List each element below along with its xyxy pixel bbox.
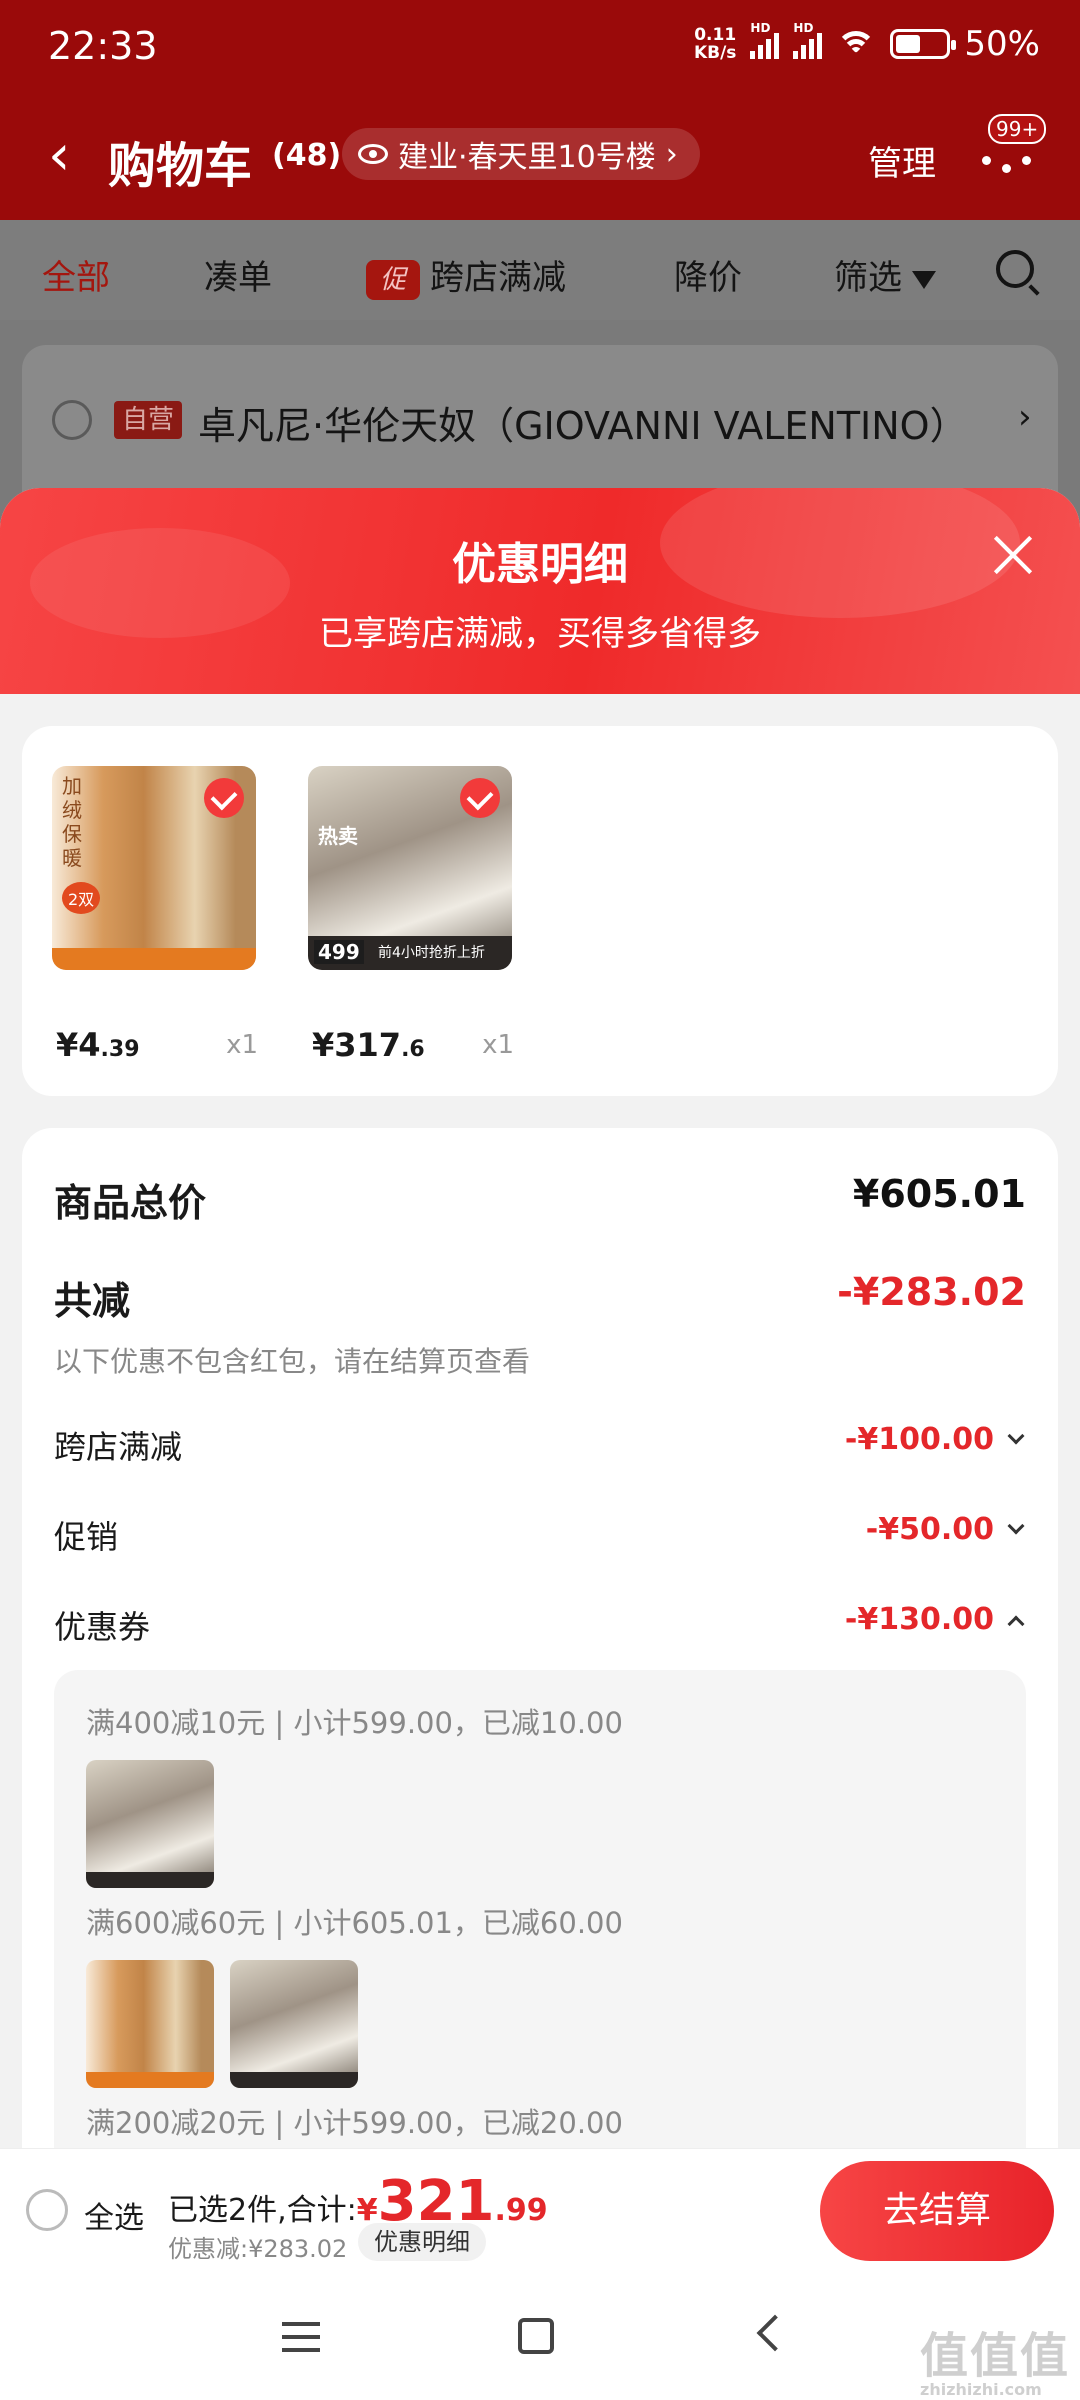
select-all-radio[interactable] xyxy=(26,2189,68,2231)
product-thumbnail: 热卖 前4小时抢折上折 499 xyxy=(308,766,512,970)
message-badge: 99+ xyxy=(988,114,1047,144)
network-speed: 0.11 KB/s xyxy=(693,25,737,63)
location-eye-icon xyxy=(358,144,388,164)
tab-all[interactable]: 全部 xyxy=(42,250,110,299)
address-text: 建业·春天里10号楼 xyxy=(398,140,656,175)
cart-tabs: 全部 凑单 促跨店满减 降价 筛选 xyxy=(0,220,1080,320)
discount-detail-sheet: 优惠明细 已享跨店满减，买得多省得多 加绒保暖 2双 ¥4.39 x1 热卖 前… xyxy=(0,488,1080,2148)
signal-icon: HD xyxy=(750,21,780,59)
discount-row-promotion[interactable]: 促销 -¥50.00 xyxy=(54,1512,1026,1556)
coupon-product-thumbnail xyxy=(86,1760,214,1888)
status-icons: 0.11 KB/s HD HD 50% xyxy=(693,21,1040,64)
product-quantity: x1 xyxy=(482,1030,514,1060)
discount-row-coupon[interactable]: 优惠券 -¥130.00 xyxy=(54,1602,1026,1646)
sheet-title: 优惠明细 xyxy=(452,539,628,590)
order-summary: 已选2件,合计:¥321.99 xyxy=(168,2169,548,2234)
cart-header: ‹ 购物车 (48) 建业·春天里10号楼 › 管理 99+ xyxy=(0,96,1080,220)
system-nav-bar xyxy=(0,2274,1080,2400)
address-selector[interactable]: 建业·春天里10号楼 › xyxy=(342,128,700,180)
status-time: 22:33 xyxy=(48,24,158,68)
chevron-right-icon: › xyxy=(665,136,678,172)
battery-icon xyxy=(890,29,957,59)
checked-icon xyxy=(204,778,244,818)
selected-products: 加绒保暖 2双 ¥4.39 x1 热卖 前4小时抢折上折 499 ¥317.6 … xyxy=(22,726,1058,1096)
product-thumbnail: 加绒保暖 2双 xyxy=(52,766,256,970)
total-label: 商品总价 xyxy=(54,1181,207,1225)
store-select-radio[interactable] xyxy=(52,400,92,440)
status-bar: 22:33 0.11 KB/s HD HD 50% xyxy=(0,0,1080,96)
discount-row-cross-store[interactable]: 跨店满减 -¥100.00 xyxy=(54,1422,1026,1466)
coupon-line: 满200减20元 | 小计599.00，已减20.00 xyxy=(86,2106,623,2140)
manage-button[interactable]: 管理 xyxy=(868,136,936,185)
search-icon[interactable] xyxy=(996,250,1034,288)
more-icon[interactable] xyxy=(978,138,1038,178)
tab-price-drop[interactable]: 降价 xyxy=(674,250,742,299)
checked-icon xyxy=(460,778,500,818)
product-price: ¥317.6 xyxy=(312,1026,425,1064)
cart-count: (48) xyxy=(272,138,342,173)
signal-icon: HD xyxy=(793,21,823,59)
chevron-right-icon[interactable]: › xyxy=(1018,397,1032,437)
total-value: ¥605.01 xyxy=(852,1172,1026,1216)
page-title: 购物车 xyxy=(108,138,253,194)
tab-cross-store[interactable]: 促跨店满减 xyxy=(366,250,566,300)
reduce-note: 以下优惠不包含红包，请在结算页查看 xyxy=(54,1345,531,1378)
back-button[interactable]: ‹ xyxy=(48,126,70,186)
coupon-product-thumbnail xyxy=(230,1960,358,2088)
product-item[interactable]: 热卖 前4小时抢折上折 499 ¥317.6 x1 xyxy=(308,766,518,1064)
reduce-value: -¥283.02 xyxy=(837,1270,1026,1314)
watermark-logo: 值值值 zhizhizhi.com xyxy=(920,2328,1071,2399)
checkout-button[interactable]: 去结算 xyxy=(820,2161,1054,2261)
discount-detail-button[interactable]: 优惠明细 xyxy=(358,2223,486,2261)
tab-bundle[interactable]: 凑单 xyxy=(204,250,272,299)
price-breakdown: 商品总价 ¥605.01 共减 -¥283.02 以下优惠不包含红包，请在结算页… xyxy=(22,1128,1058,2148)
reduce-label: 共减 xyxy=(54,1279,131,1323)
coupon-product-thumbnail xyxy=(86,1960,214,2088)
self-operated-tag: 自营 xyxy=(114,401,183,439)
product-item[interactable]: 加绒保暖 2双 ¥4.39 x1 xyxy=(52,766,262,1064)
tab-filter[interactable]: 筛选 xyxy=(834,250,936,299)
coupon-line: 满600减60元 | 小计605.01，已减60.00 xyxy=(86,1906,623,1940)
menu-icon[interactable] xyxy=(282,2322,320,2352)
wifi-icon xyxy=(836,29,877,59)
checkout-bar: 全选 已选2件,合计:¥321.99 优惠减:¥283.02 优惠明细 去结算 xyxy=(0,2148,1080,2274)
product-price: ¥4.39 xyxy=(56,1026,140,1064)
discount-amount: 优惠减:¥283.02 xyxy=(168,2235,348,2263)
battery-percent: 50% xyxy=(964,24,1040,64)
coupon-detail-panel: 满400减10元 | 小计599.00，已减10.00 满600减60元 | 小… xyxy=(54,1670,1026,2148)
sheet-header: 优惠明细 已享跨店满减，买得多省得多 xyxy=(0,488,1080,694)
close-icon[interactable] xyxy=(990,532,1036,578)
home-icon[interactable] xyxy=(518,2318,554,2354)
sheet-subtitle: 已享跨店满减，买得多省得多 xyxy=(319,614,761,654)
back-icon[interactable] xyxy=(756,2314,794,2352)
store-name[interactable]: 卓凡尼·华伦天奴（GIOVANNI VALENTINO） xyxy=(198,395,998,450)
product-quantity: x1 xyxy=(226,1030,258,1060)
coupon-line: 满400减10元 | 小计599.00，已减10.00 xyxy=(86,1706,623,1740)
filter-icon xyxy=(912,270,936,289)
select-all-label[interactable]: 全选 xyxy=(84,2193,144,2237)
promo-tag: 促 xyxy=(366,259,420,300)
